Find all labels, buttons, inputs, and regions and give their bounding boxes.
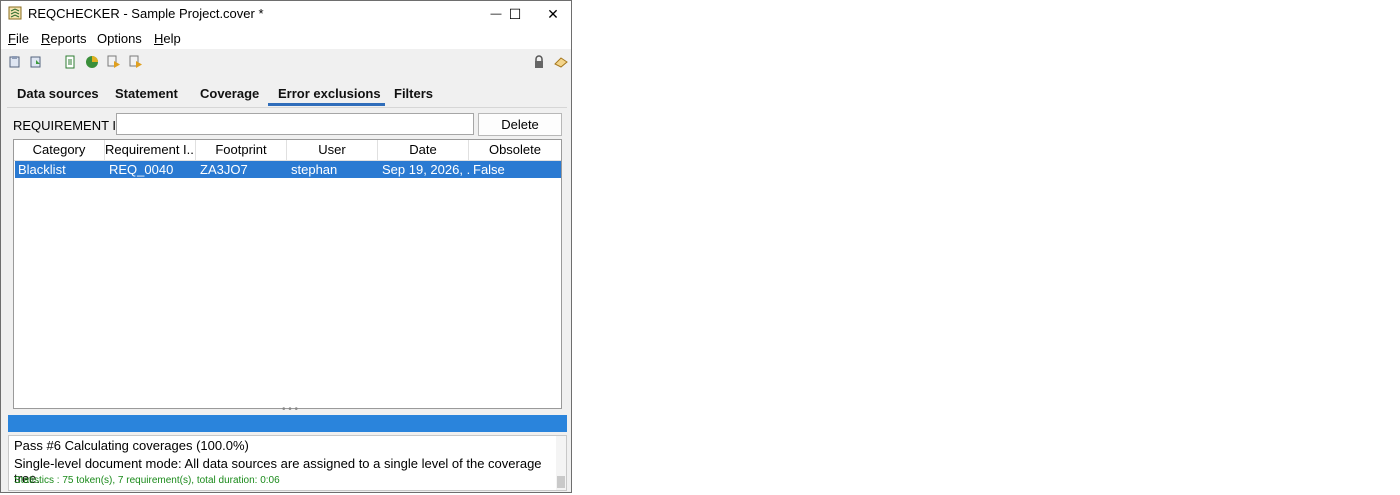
table-row[interactable]: Blacklist REQ_0040 ZA3JO7 stephan Sep 19… [15,161,561,178]
active-tab-indicator [268,103,385,106]
cell-requirement: REQ_0040 [109,162,174,177]
requirement-id-label: REQUIREMENT ID [13,118,126,133]
status-statistics-text: Statistics : 75 token(s), 7 requirement(… [14,475,280,486]
progress-fill [8,415,567,432]
delete-button-label: Delete [501,117,539,132]
status-scrollbar-thumb[interactable] [557,476,565,488]
run-all-icon[interactable] [129,55,143,69]
cell-date: Sep 19, 2026, ... [382,162,470,177]
progress-bar [8,415,567,432]
close-icon: ✕ [547,5,559,22]
status-scrollbar[interactable] [556,436,566,490]
menu-help[interactable]: Help [154,31,181,46]
menu-file[interactable]: File [8,31,29,46]
tab-coverage[interactable]: Coverage [200,86,259,101]
run-icon[interactable] [107,55,121,69]
cell-footprint: ZA3JO7 [200,162,248,177]
tab-statement[interactable]: Statement [115,86,178,101]
exclusions-table[interactable]: Category Requirement I... Footprint User… [13,139,562,409]
open-icon[interactable] [8,55,22,69]
eraser-icon[interactable] [554,55,568,69]
column-header-user[interactable]: User [287,140,378,160]
menu-bar: File Reports Options Help [1,27,571,49]
column-header-footprint[interactable]: Footprint [196,140,287,160]
tab-error-exclusions[interactable]: Error exclusions [278,86,381,101]
maximize-icon: ☐ [508,5,522,22]
toolbar [1,50,571,76]
splitter-handle-icon[interactable]: • • • [282,404,298,415]
app-icon [8,6,22,20]
lock-icon[interactable] [532,55,546,69]
status-pass-text: Pass #6 Calculating coverages (100.0%) [14,438,249,453]
table-header: Category Requirement I... Footprint User… [14,140,561,161]
window-title: REQCHECKER - Sample Project.cover * [28,6,264,21]
main-window: REQCHECKER - Sample Project.cover * — ☐ … [0,0,572,493]
menu-options[interactable]: Options [97,31,142,46]
requirement-id-input[interactable] [116,113,474,135]
column-header-category[interactable]: Category [14,140,105,160]
cell-obsolete: False [473,162,505,177]
delete-button[interactable]: Delete [478,113,562,136]
menu-options-label: Options [97,31,142,46]
column-header-requirement-id[interactable]: Requirement I... [105,140,196,160]
menu-file-label: File [8,31,29,46]
report-icon[interactable] [63,55,77,69]
menu-reports-label: Reports [41,31,87,46]
menu-reports[interactable]: Reports [41,31,87,46]
cell-user: stephan [291,162,338,177]
menu-help-label: Help [154,31,181,46]
status-panel: Pass #6 Calculating coverages (100.0%) S… [8,435,567,491]
tab-data-sources[interactable]: Data sources [17,86,99,101]
coverage-pie-icon[interactable] [85,55,99,69]
title-bar[interactable]: REQCHECKER - Sample Project.cover * — ☐ … [1,1,571,27]
close-button[interactable]: ✕ [534,1,572,27]
column-header-obsolete[interactable]: Obsolete [469,140,561,160]
tab-bar: Data sources Statement Coverage Error ex… [7,83,567,108]
maximize-button[interactable]: ☐ [496,1,534,27]
save-icon[interactable] [29,55,43,69]
tab-filters[interactable]: Filters [394,86,433,101]
cell-category: Blacklist [18,162,66,177]
column-header-date[interactable]: Date [378,140,469,160]
